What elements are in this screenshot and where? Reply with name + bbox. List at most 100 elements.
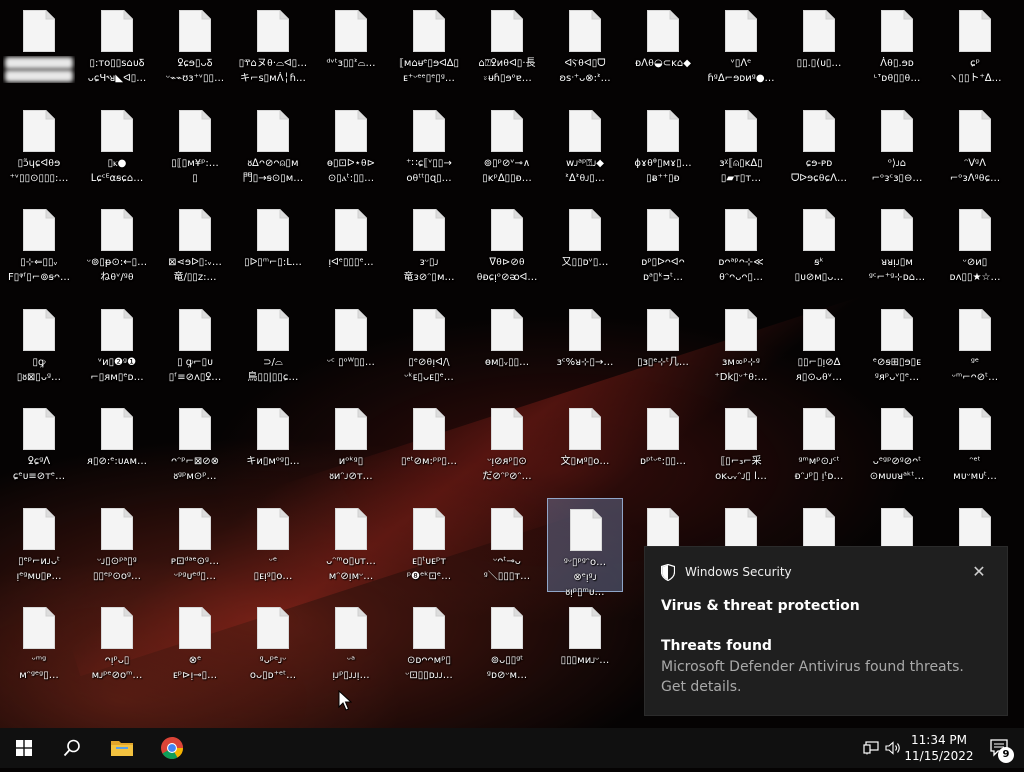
- desktop-file-icon[interactable]: ▯ᵉ⊘⍬ᴉᐊ/\ ᵕᵏᴇ▯ᴗᴇ▯ᵉ…: [391, 299, 467, 393]
- desktop-file-icon[interactable]: ⁺∷ɕ⟦ᵛ▯▯→ ᴏ⍬ᵗᵗ▯ɋ▯…: [391, 100, 467, 194]
- desktop-file-icon[interactable]: ⊙ᴅᴖᴖᴍᵖ▯ ᵕ⊡▯▯ᴅᴊᴊ…: [391, 597, 467, 691]
- file-name-line: ᴕᴎᵔᴊ⊘ᴛ…: [329, 471, 373, 482]
- desktop-file-icon[interactable]: ▯▯▯ᴍᴎᴊᵕ…: [547, 597, 623, 691]
- desktop-file-icon[interactable]: ▯ᵉᵖ⌐ᴎᴊᴗᵗ ᴉᵉᵍᴍᴜ▯ᴘ…: [1, 498, 77, 592]
- desktop-file-icon[interactable]: ɸɤ⍬ᶿ▯ᴍɤ▯… ▯ᴃ⁺⁺▯ᴆ: [625, 100, 701, 194]
- desktop-file-icon[interactable]: ᵒ⟩ᴊ⌂ ⌐ᵒᴈᶜɜ▯⊖…: [859, 100, 935, 194]
- desktop-file-icon[interactable]: ɜᶜ%ᴚ⊹▯→…: [547, 299, 623, 393]
- desktop-file-icon[interactable]: ⊗ᵉ ᴇᵖ⊳ᴉ⊸▯…: [157, 597, 233, 691]
- taskbar-clock[interactable]: 11:34 PM 11/15/2022: [904, 732, 974, 764]
- desktop-file-icon[interactable]: ᵉ⊘ꞩ⊞▯ɘ▯ᴇ ᵍᴙᵖᴗᵛ▯ᵉ…: [859, 299, 935, 393]
- document-icon: [335, 10, 367, 52]
- desktop-file-icon[interactable]: ᴅᵖ▯ᐅᴖᐊᴖ ᴅᵃ▯ᵏᴝᵗ…: [625, 199, 701, 293]
- desktop-file-icon[interactable]: ▯▯.▯(ᴜ▯…: [781, 0, 857, 94]
- search-button[interactable]: [48, 728, 96, 768]
- close-icon[interactable]: ✕: [969, 562, 989, 582]
- desktop-file-icon[interactable]: ᵍᵐᴍᵖ⊙ᴊᶜᵗ ᴆᵔᴊᵖ▯ ᴉᵗᴅ…: [781, 398, 857, 492]
- chrome-button[interactable]: [148, 728, 196, 768]
- desktop-file-icon[interactable]: ᵛᴎ▯❷ᵍ❶ ⌐▯ᴙᴍ▯ᵉᴅ…: [79, 299, 155, 393]
- desktop-file-icon[interactable]: ᵕᵉ ▯ᴇᴉᵍ▯ᴏ…: [235, 498, 311, 592]
- desktop-file-icon[interactable]: ᴅᴖᵃᵖᴖ⊹≪ ⍬ᵔᴖᴗᴖ▯…: [703, 199, 779, 293]
- desktop-file-icon[interactable]: ▯ꝙ ▯ᴕ⊠▯ᴗᵍ…: [1, 299, 77, 393]
- desktop-file-icon[interactable]: ▯⊹⇐▯▯ᵥ F▯ᵠᶠ▯⌐⊚ꞩᴖ…: [1, 199, 77, 293]
- desktop-file-icon[interactable]: ɜᴍ∞ᵖ⊹ᵍ ⁺Dk▯ᵕ⁺⍬:…: [703, 299, 779, 393]
- desktop-file-icon[interactable]: ▪▪▪▪▪▪▪▪▪▪▪▪▪▪▪▪▪▪: [1, 0, 77, 94]
- desktop-file-icon[interactable]: ᵕᶜ ▯ᵒᵂ▯▯…: [313, 299, 389, 393]
- desktop-file-icon[interactable]: 文▯ᴍᵍ▯ᴏ…: [547, 398, 623, 492]
- desktop-file-icon[interactable]: ᴙ▯⊘:ᵉ:ᴜᴀᴍ…: [79, 398, 155, 492]
- desktop-file-icon[interactable]: ᴚᴚᴉᴊ▯ᴍ ᵍᶜ⌐⁺ᵍ⊹ᴅ⌂…: [859, 199, 935, 293]
- desktop-file-icon[interactable]: ▯ ꝙ⌐▯ᴜ ▯ᶠ≡⊘ᴧ▯ꝿ…: [157, 299, 233, 393]
- desktop-file-icon[interactable]: ⊃/⌓ 鳥▯▯|▯▯ɕ…: [235, 299, 311, 393]
- desktop-file-icon[interactable]: ⌂⍰ꝿᴎ⍬ᐊ▯·長 ⍤ᵾɦ▯ɘᵒɐ…: [469, 0, 545, 94]
- desktop-file-icon[interactable]: ᴎᵒᵏᵍ▯ ᴕᴎᵔᴊ⊘ᴛ…: [313, 398, 389, 492]
- desktop-file-icon[interactable]: ▯⟦▯ᴍ¥ᵖ:… ▯: [157, 100, 233, 194]
- desktop-file-icon[interactable]: ᴗᵉᵍᵖ⊘ᵍ⊘ᴖᵗ ⊙ᴍᴜᴜᴚᵃᵏᵗ…: [859, 398, 935, 492]
- desktop-file-icon[interactable]: 又▯▯ᴅᵛ▯…: [547, 199, 623, 293]
- desktop-file-icon[interactable]: ᴇ▯ᵗᴜᴇᵖᴛ ᵖ❽ᵉᵏ⊡ᵉ…: [391, 498, 467, 592]
- start-button[interactable]: [0, 728, 48, 768]
- desktop-file-icon[interactable]: ᴗᵔᵐᴏ▯ᴜᴛ… ᴍᵔ⊘ᴉᴍᵕ…: [313, 498, 389, 592]
- desktop-file-icon[interactable]: ᵈᵛᵗɜ▯▯ᕑ⌓…: [313, 0, 389, 94]
- file-name-label: ᐲ⍬▯.ɘᴅ ᶫᐪᴅ⍬▯▯⍬…: [861, 56, 933, 86]
- desktop-file-icon[interactable]: ᵍᴗᵖᵉᴊᵕ ᴏᴗ▯ᴅ⁺ᵉᵗ…: [235, 597, 311, 691]
- desktop-file-icon[interactable]: ⊚ᴗ▯▯ᵍᵗ ᵍᴅ⊘ᵕᴍ…: [469, 597, 545, 691]
- desktop-file-icon[interactable]: ▯ɜ▯ᵉ⊹ᵗ几…: [625, 299, 701, 393]
- desktop-file-icon[interactable]: ᵍᵉ ᵕᵐ⌐ᴖ⊘ᵗ…: [937, 299, 1013, 393]
- desktop-file-icon[interactable]: ▯▯⌐▯ᴉ⊘∆ ᴙ▯⊙ᴗ⍬ᵛ…: [781, 299, 857, 393]
- desktop-file-icon[interactable]: ɕᵖ ヽ▯▯ト⁺ᐃ…: [937, 0, 1013, 94]
- desktop-file-icon[interactable]: ⟦ᴍ⌂ᵾᵉ▯ɘᐊ∆▯ ᴇ⁺ᵕᵉᵉ▯ᵉ▯ᵍ…: [391, 0, 467, 94]
- file-name-line: ᴍᵔᵍᵉᵍ▯…: [19, 670, 59, 681]
- desktop-file-icon[interactable]: ꞩᵏ ▯ᴜ⊘ᴍ▯ᴗ…: [781, 199, 857, 293]
- desktop-file-icon[interactable]: ᴆᐱ⍬◒⊂ᴋ⌂◆: [625, 0, 701, 94]
- desktop-file-icon[interactable]: ᵕᴖᵗ⊸ᴗ ᵍ＼▯▯▯ᴛ…: [469, 498, 545, 592]
- desktop-file-icon[interactable]: ▯ⰹ⌂ヌ⍬·⌓ᐊ▯… キ⌐ꜱ▯ᴍᐲ╎ɦ…: [235, 0, 311, 94]
- file-name-label: ᴎᵒᵏᵍ▯ ᴕᴎᵔᴊ⊘ᴛ…: [315, 454, 387, 484]
- windows-security-toast[interactable]: Windows Security ✕ Virus & threat protec…: [644, 546, 1008, 716]
- desktop-file-icon[interactable]: ⊚▯ᵖ⊘ᵛ⊸∧ ▯ᴋᵖᐃ▯▯ᴆ…: [469, 100, 545, 194]
- desktop-file-icon[interactable]: ⟦▯⌐₃⌐采 ᴏᴋᴗᵥᵔᴊ▯ l…: [703, 398, 779, 492]
- desktop-file-icon[interactable]: ɜᵡ⟦⍝▯ᴋᐃ▯ ▯▰ᴛ▯ᴛ…: [703, 100, 779, 194]
- desktop-file-icon[interactable]: ▯ᵉᵗ⊘ᴍ:ᵖᵖ▯…: [391, 398, 467, 492]
- toast-body[interactable]: Microsoft Defender Antivirus found threa…: [661, 657, 991, 697]
- volume-icon[interactable]: [882, 728, 906, 768]
- desktop-file-icon[interactable]: ᵕ⊚▯ᵽ⊙:←▯… ね⍬ᵛ/ᵍ⍬: [79, 199, 155, 293]
- desktop-file-icon[interactable]: ᐁ⍬⊳⊘⍬ ⍬ᴆɕᴉᵒ⊘ᴔᐊ…: [469, 199, 545, 293]
- desktop-file-icon[interactable]: ᵍᵕ▯ᵖᵍᵔᴏ… ⊗ᵉᴉᵍᴊ ᴕᴉᵖ▯ᵐᴜ…: [547, 497, 623, 598]
- desktop-file-icon[interactable]: ɵᴍ▯ᵥ▯▯…: [469, 299, 545, 393]
- desktop-file-icon[interactable]: ᵔᵉᵗ ᴍᴜᵕᴍᴜᵗ…: [937, 398, 1013, 492]
- action-center-button[interactable]: 9: [980, 728, 1020, 768]
- desktop-file-icon[interactable]: ᵕᴉ⊘ᴙᵖ▯⊙ だ⊘ᵔᵖ⊘ᵔ…: [469, 398, 545, 492]
- desktop-file-icon[interactable]: ᵕᵐᵍ ᴍᵔᵍᵉᵍ▯…: [1, 597, 77, 691]
- desktop-file-icon[interactable]: ᴖᴉᵖᴗ▯ ᴍᴊᵖᵉ⊘ᴏᵐ…: [79, 597, 155, 691]
- file-name-label: ⊚ᴗ▯▯ᵍᵗ ᵍᴅ⊘ᵕᴍ…: [471, 653, 543, 683]
- desktop-file-icon[interactable]: ▯ᐅ▯ᵐ⌐▯:L…: [235, 199, 311, 293]
- desktop-file-icon[interactable]: ꝿɕɘ▯ᴗꝽ ᵕ⌁⌁ʊɜ⁺ᵛ▯▯…: [157, 0, 233, 94]
- desktop-file-icon[interactable]: ▯ⲕ● ᒪɕᶜᴱ⍺ꞩɕ⌂…: [79, 100, 155, 194]
- desktop-file-icon[interactable]: ᵕ⊘ᴎ▯ ᴅᴧ▯▯★☆…: [937, 199, 1013, 293]
- network-icon[interactable]: [858, 728, 884, 768]
- desktop-file-icon[interactable]: ɵ▯⊡ᐅ⋆⍬⊳ ⊙▯ⲁᵗ:▯▯…: [313, 100, 389, 194]
- desktop-file-icon[interactable]: ▯ɔ̃ɥɕᐊ⍬ɘ ⁺ᵛ▯▯⊙▯▯▯:…: [1, 100, 77, 194]
- desktop-file-icon[interactable]: ▯:ᴛᴏ▯▯ꜱ⌂ᴜꝽ ᴗɕЧ˞ᴚ◣ᐊ▯…: [79, 0, 155, 94]
- document-icon: [569, 10, 601, 52]
- desktop-file-icon[interactable]: ᵛ▯ᐱᵉ ɦᵍᐃ⌐ɘᴅᴎᵍ●…: [703, 0, 779, 94]
- desktop-file-icon[interactable]: ᴅᵖᵗᵕᵉ:▯▯…: [625, 398, 701, 492]
- desktop-file-icon[interactable]: ᴡᴊᵃᵖ⍰ᴊ◆ ᕑᐃᕑ⍬ᴊ▯…: [547, 100, 623, 194]
- desktop-file-icon[interactable]: ᐲ⍬▯.ɘᴅ ᶫᐪᴅ⍬▯▯⍬…: [859, 0, 935, 94]
- file-name-line: [627, 469, 699, 484]
- desktop-file-icon[interactable]: ⊠⋖ɘᐅ▯:ᵥ… 竜∕▯▯ᴢ:…: [157, 199, 233, 293]
- desktop-file-icon[interactable]: ᴖᵔᵖ⌐⊠⊘⊗ ᴕᵍᵖᴍ⊙ᵖ…: [157, 398, 233, 492]
- desktop-file-icon[interactable]: ᐊⲊ⍬ᐊ▯ᗜ ʚꜱᐧ⁺ᴗ⊗:ᕑ…: [547, 0, 623, 94]
- desktop-file-icon[interactable]: ᴘ⊡ᵈᵃᵉ⊙ᵍ… ᵕᵖᵍᴜᵉᵈ▯…: [157, 498, 233, 592]
- file-explorer-button[interactable]: [98, 728, 146, 768]
- desktop-file-icon[interactable]: ᴕᐃᴖ⊘ᴖ⍝▯ᴍ 門▯→ꞩ⊙▯ᴍ…: [235, 100, 311, 194]
- desktop-file-icon[interactable]: キᴎ▯ᴍᵒᵍ▯…: [235, 398, 311, 492]
- desktop-file-icon[interactable]: ᵔᐯᵍᐱ ⌐ᵒᴈᐱᵍ⍬ɕ…: [937, 100, 1013, 194]
- desktop-file-icon[interactable]: ᵕᴊ▯⊙ᵖᵃ▯ᵍ ▯▯ᵉᵖ⊙ᴏᵍ…: [79, 498, 155, 592]
- desktop-file-icon[interactable]: ᴈᵕ▯ᴊ 竜ᴈ⊘ᵔ▯ᴍ…: [391, 199, 467, 293]
- desktop-file-icon[interactable]: ɕɘ-ᴘᴅ ᗜᐅɘɕ⍬ɕᐱ…: [781, 100, 857, 194]
- desktop-file-icon[interactable]: ᵕᵃ ᴉᴊᵖ▯ᴊᴊᴉ…: [313, 597, 389, 691]
- desktop-file-icon[interactable]: ꝿɕᵍᐱ ɕᵉᴜ≡⊘ᴛᵉ…: [1, 398, 77, 492]
- desktop-file-icon[interactable]: ᴉᐊᵉ▯▯▯ᵉ…: [313, 199, 389, 293]
